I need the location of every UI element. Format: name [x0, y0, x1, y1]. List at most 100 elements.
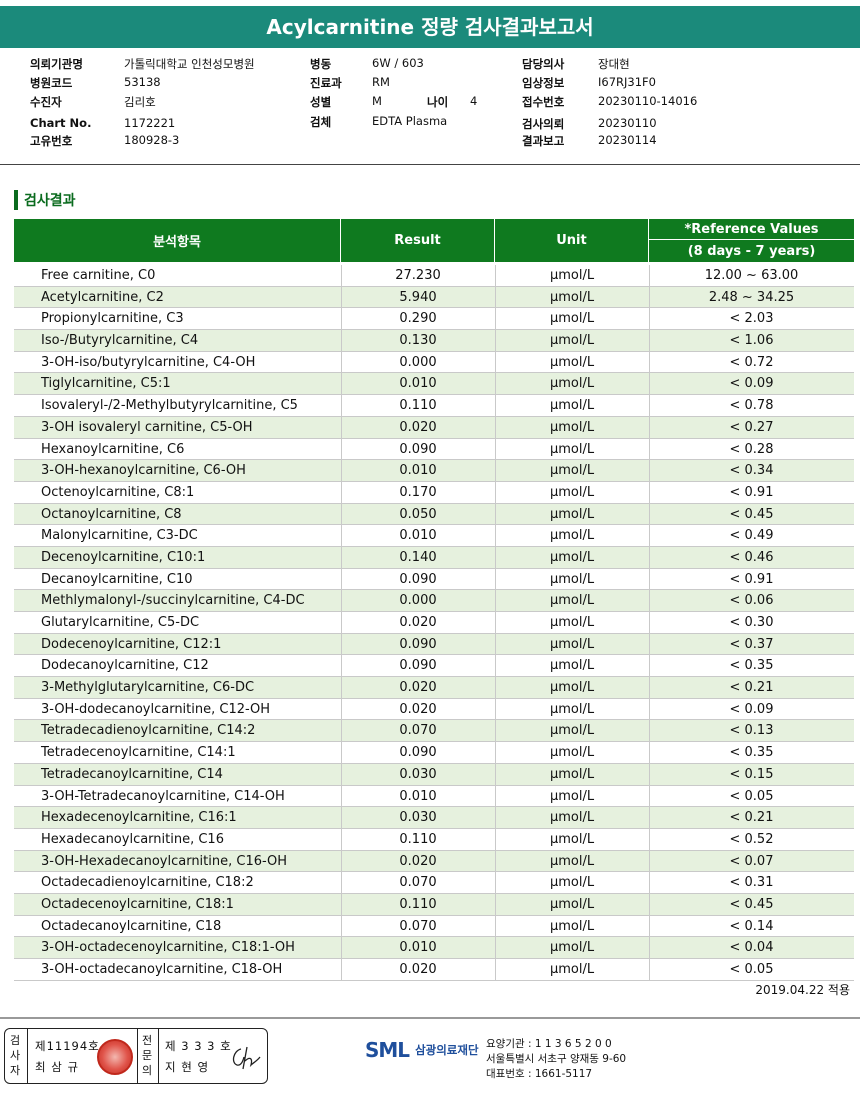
ward-value: 6W / 603 — [372, 56, 424, 70]
analyte-name: 3-OH-Tetradecanoylcarnitine, C14-OH — [41, 788, 285, 804]
reference-value: < 0.52 — [729, 831, 774, 847]
header-reference-title: *Reference Values — [649, 219, 854, 240]
table-row: Octanoylcarnitine, C8 0.050 μmol/L < 0.45 — [14, 503, 854, 526]
result-value: 27.230 — [395, 268, 441, 283]
receipt-no-value: 20230110-14016 — [598, 94, 698, 108]
table-row: Isovaleryl-/2-Methylbutyrylcarnitine, C5… — [14, 395, 854, 417]
reference-value: < 1.06 — [729, 333, 774, 349]
analyte-name: Octanoylcarnitine, C8 — [41, 506, 182, 522]
table-row: 3-OH-octadecanoylcarnitine, C18-OH 0.020 μ… — [14, 959, 854, 981]
table-row: 3-OH isovaleryl carnitine, C5-OH 0.020 μmo… — [14, 416, 854, 439]
result-value: 0.110 — [399, 398, 437, 414]
table-row: 3-OH-iso/butyrylcarnitine, C4-OH 0.000 μmo… — [14, 351, 854, 374]
chart-no-value: 1172221 — [124, 116, 176, 130]
results-table: Free carnitine, C0 27.230 μmol/L 12.00 ~ 63… — [14, 265, 854, 981]
result-value: 0.010 — [399, 788, 437, 804]
specialist-license: 제 3 3 3 호 — [165, 1039, 232, 1053]
analyte-name: Malonylcarnitine, C3-DC — [41, 528, 198, 544]
table-row: Tetradecanoylcarnitine, C14 0.030 μmol/L < … — [14, 763, 854, 786]
unit-value: μmol/L — [549, 311, 595, 327]
seal-icon — [97, 1039, 133, 1075]
result-value: 0.010 — [399, 463, 437, 479]
result-value: 0.000 — [399, 354, 437, 370]
result-value: 0.110 — [399, 896, 437, 912]
department-value: RM — [372, 75, 390, 89]
table-row: Dodecenoylcarnitine, C12:1 0.090 μmol/L < 0… — [14, 633, 854, 656]
ward-label: 병동 — [310, 57, 332, 71]
unit-value: μmol/L — [549, 853, 595, 869]
unit-value: μmol/L — [549, 484, 595, 500]
unit-value: μmol/L — [549, 745, 595, 761]
reference-value: < 0.14 — [729, 918, 774, 934]
result-value: 0.130 — [399, 333, 437, 349]
hospital-code-label: 병원코드 — [30, 76, 73, 90]
reference-value: < 0.27 — [729, 419, 774, 435]
table-row: Octadecenoylcarnitine, C18:1 0.110 μmol/L <… — [14, 893, 854, 916]
result-value: 0.030 — [399, 766, 437, 782]
result-value: 0.020 — [399, 853, 437, 869]
address: 서울특별시 서초구 양재동 9-60 — [486, 1053, 627, 1065]
section-header: 검사결과 — [14, 190, 76, 210]
age-label: 나이 — [427, 95, 449, 109]
chart-no-label: Chart No. — [30, 116, 92, 130]
header-unit: Unit — [495, 219, 649, 262]
result-value: 0.170 — [399, 484, 437, 500]
analyte-name: 3-OH isovaleryl carnitine, C5-OH — [41, 419, 253, 435]
analyte-name: Hexadecenoylcarnitine, C16:1 — [41, 810, 237, 826]
analyte-name: Isovaleryl-/2-Methylbutyrylcarnitine, C5 — [41, 398, 298, 414]
care-institution-no: 요양기관 : 1 1 3 6 5 2 0 0 — [486, 1038, 612, 1050]
unit-value: μmol/L — [549, 376, 595, 392]
result-value: 0.110 — [399, 831, 437, 847]
unit-value: μmol/L — [549, 289, 595, 305]
table-header: 분석항목 Result Unit *Reference Values (8 da… — [14, 219, 854, 262]
reference-value: < 0.05 — [729, 962, 774, 977]
clinical-info-label: 임상정보 — [522, 76, 565, 90]
signature-icon — [232, 1046, 261, 1070]
result-value: 0.010 — [399, 940, 437, 956]
reference-value: < 0.91 — [729, 571, 774, 587]
reference-value: < 0.04 — [729, 940, 774, 956]
analyte-name: Methlymalonyl-/succinylcarnitine, C4-DC — [41, 593, 305, 609]
result-value: 0.020 — [399, 962, 437, 977]
unit-value: μmol/L — [549, 463, 595, 479]
unit-value: μmol/L — [549, 680, 595, 696]
unit-value: μmol/L — [549, 658, 595, 674]
unit-value: μmol/L — [549, 441, 595, 457]
unit-value: μmol/L — [549, 918, 595, 934]
tester-name: 최 삼 규 — [35, 1060, 80, 1074]
applied-date-note: 2019.04.22 적용 — [755, 983, 850, 997]
unit-value: μmol/L — [549, 268, 595, 283]
result-value: 0.020 — [399, 701, 437, 717]
unit-value: μmol/L — [549, 528, 595, 544]
institution-value: 가톨릭대학교 인천성모병원 — [124, 57, 255, 71]
report-date-label: 결과보고 — [522, 134, 565, 148]
unit-value: μmol/L — [549, 940, 595, 956]
sml-logo: SML 삼광의료재단 — [365, 1038, 479, 1062]
table-row: Hexanoylcarnitine, C6 0.090 μmol/L < 0.28 — [14, 438, 854, 461]
analyte-name: Octadecanoylcarnitine, C18 — [41, 918, 222, 934]
reference-value: < 0.31 — [729, 875, 774, 891]
reference-value: < 0.45 — [729, 506, 774, 522]
tester-license: 제11194호 — [35, 1039, 100, 1053]
unit-value: μmol/L — [549, 354, 595, 370]
analyte-name: Iso-/Butyrylcarnitine, C4 — [41, 333, 199, 349]
table-row: Tiglylcarnitine, C5:1 0.010 μmol/L < 0.09 — [14, 373, 854, 396]
reference-value: < 0.35 — [729, 658, 774, 674]
table-row: 3-OH-Tetradecanoylcarnitine, C14-OH 0.010… — [14, 785, 854, 808]
table-row: Tetradecadienoylcarnitine, C14:2 0.070 μmo… — [14, 720, 854, 743]
hospital-code-value: 53138 — [124, 75, 161, 89]
result-value: 0.070 — [399, 918, 437, 934]
section-title: 검사결과 — [24, 193, 76, 209]
unit-value: μmol/L — [549, 419, 595, 435]
table-row: Acetylcarnitine, C2 5.940 μmol/L 2.48 ~ 34.… — [14, 286, 854, 309]
table-row: Octadecadienoylcarnitine, C18:2 0.070 μmol… — [14, 872, 854, 894]
header-result: Result — [341, 219, 495, 262]
reference-value: < 0.21 — [729, 680, 774, 696]
specialist-name: 지 현 영 — [165, 1060, 210, 1074]
analyte-name: Acetylcarnitine, C2 — [41, 289, 164, 305]
analyte-name: 3-Methylglutarylcarnitine, C6-DC — [41, 680, 255, 696]
result-value: 0.090 — [399, 745, 437, 761]
unit-value: μmol/L — [549, 875, 595, 891]
reference-value: < 0.78 — [729, 398, 774, 414]
unit-value: μmol/L — [549, 766, 595, 782]
